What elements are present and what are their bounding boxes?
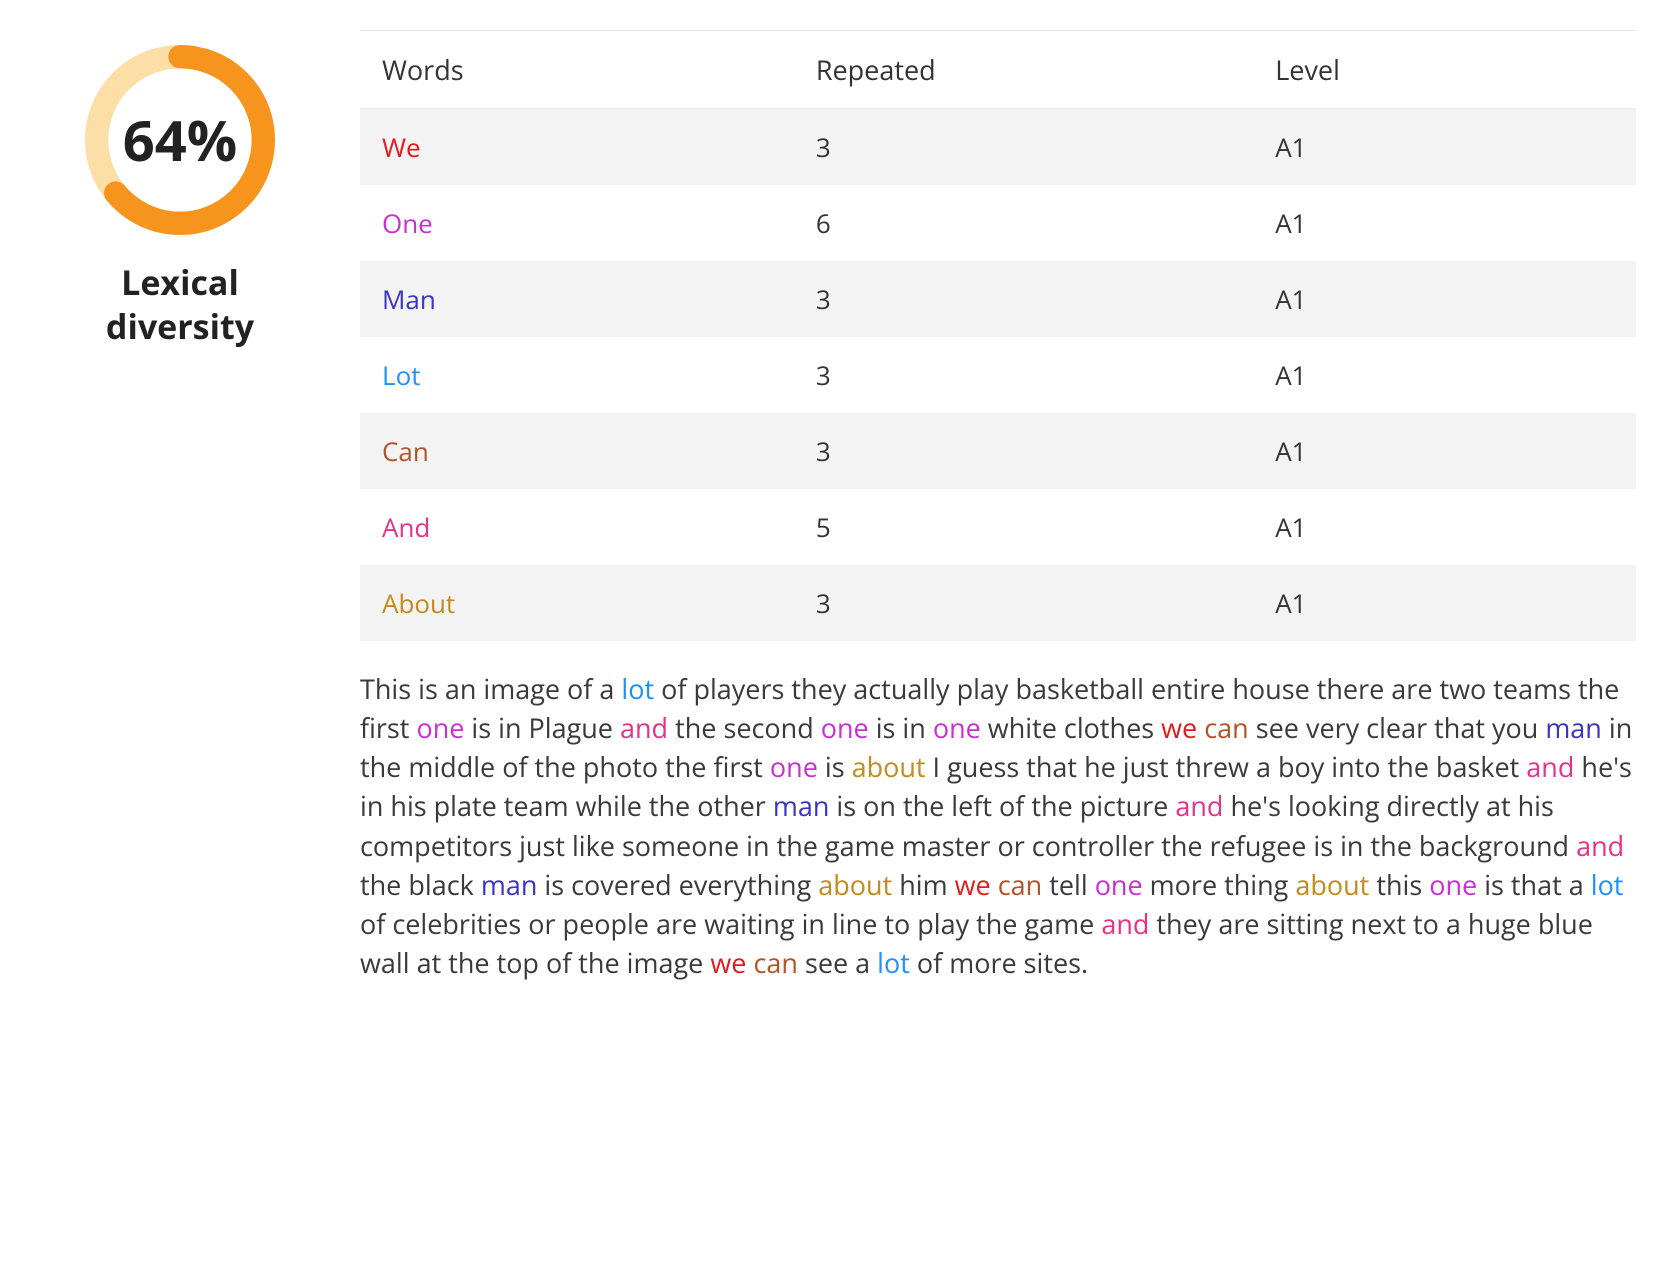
highlighted-word: lot [877,944,910,981]
passage-segment [991,866,998,903]
highlighted-word: and [1101,905,1149,942]
table-row: About3A1 [360,565,1636,641]
highlighted-word: about [1295,866,1369,903]
passage-segment: the second [668,709,821,746]
cell-level: A1 [1253,489,1636,565]
gauge-title: Lexical diversity [106,260,254,348]
highlighted-word: can [753,944,798,981]
passage-segment: is covered everything [537,866,818,903]
header-level: Level [1253,31,1636,109]
cell-level: A1 [1253,413,1636,489]
table-row: Can3A1 [360,413,1636,489]
cell-level: A1 [1253,109,1636,186]
cell-level: A1 [1253,565,1636,641]
table-row: We3A1 [360,109,1636,186]
passage-segment: more thing [1143,866,1296,903]
left-column: 64% Lexical diversity [40,30,320,348]
highlighted-word: and [1576,827,1624,864]
passage-segment: see a [798,944,877,981]
passage-segment: This is an image of a [360,670,621,707]
passage-segment: white clothes [981,709,1161,746]
highlighted-word: man [773,787,830,824]
cell-word: And [360,489,794,565]
cell-word: One [360,185,794,261]
highlighted-word: man [1545,709,1602,746]
passage-text: This is an image of a lot of players the… [360,669,1636,982]
right-column: Words Repeated Level We3A1One6A1Man3A1Lo… [360,30,1636,982]
passage-segment: is in [869,709,933,746]
passage-segment: is in Plague [464,709,620,746]
highlighted-word: lot [1591,866,1624,903]
highlighted-word: one [821,709,869,746]
highlighted-word: one [933,709,981,746]
highlighted-word: we [710,944,746,981]
highlighted-word: we [955,866,991,903]
cell-repeated: 5 [794,489,1253,565]
cell-level: A1 [1253,337,1636,413]
cell-word: Man [360,261,794,337]
table-header-row: Words Repeated Level [360,31,1636,109]
cell-level: A1 [1253,185,1636,261]
cell-word: Lot [360,337,794,413]
cell-repeated: 6 [794,185,1253,261]
cell-repeated: 3 [794,565,1253,641]
highlighted-word: about [852,748,926,785]
cell-word: About [360,565,794,641]
highlighted-word: one [1429,866,1477,903]
cell-repeated: 3 [794,109,1253,186]
header-words: Words [360,31,794,109]
gauge-title-line1: Lexical [106,260,254,304]
passage-segment: is that a [1477,866,1591,903]
cell-word: Can [360,413,794,489]
highlighted-word: about [818,866,892,903]
passage-segment: is on the left of the picture [829,787,1175,824]
passage-segment: him [892,866,954,903]
lexical-diversity-gauge: 64% [80,40,280,240]
highlighted-word: one [1095,866,1143,903]
passage-segment: is [818,748,852,785]
highlighted-word: man [481,866,538,903]
cell-repeated: 3 [794,337,1253,413]
highlighted-word: one [416,709,464,746]
repeated-words-table: Words Repeated Level We3A1One6A1Man3A1Lo… [360,30,1636,641]
passage-segment: see very clear that you [1249,709,1546,746]
passage-segment: of more sites. [910,944,1088,981]
table-row: Man3A1 [360,261,1636,337]
gauge-percent: 64% [80,40,280,240]
highlighted-word: can [998,866,1043,903]
table-row: One6A1 [360,185,1636,261]
highlighted-word: can [1204,709,1249,746]
passage-segment: this [1369,866,1429,903]
header-repeated: Repeated [794,31,1253,109]
passage-segment: tell [1042,866,1094,903]
page-layout: 64% Lexical diversity Words Repeated Lev… [40,30,1636,982]
highlighted-word: lot [621,670,654,707]
table-row: And5A1 [360,489,1636,565]
highlighted-word: and [1526,748,1574,785]
cell-level: A1 [1253,261,1636,337]
table-row: Lot3A1 [360,337,1636,413]
cell-repeated: 3 [794,413,1253,489]
highlighted-word: and [620,709,668,746]
passage-segment: I guess that he just threw a boy into th… [926,748,1527,785]
highlighted-word: we [1161,709,1197,746]
gauge-title-line2: diversity [106,304,254,348]
highlighted-word: and [1175,787,1223,824]
cell-repeated: 3 [794,261,1253,337]
cell-word: We [360,109,794,186]
highlighted-word: one [770,748,818,785]
